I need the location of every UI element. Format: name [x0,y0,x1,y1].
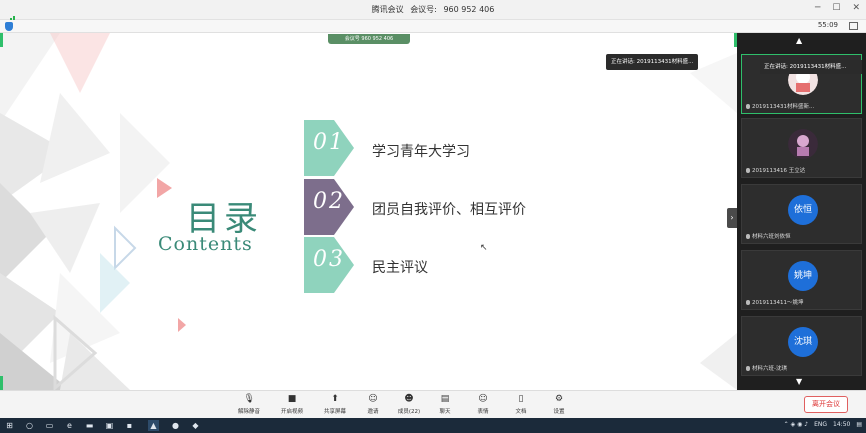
os-taskbar: ⊞ ○ ▭ e ▬ ▣ ▪ ▲ ● ◆ ⌃ ◈ ◉ ♪ ENG 14:50 ▤ [0,418,866,433]
participant-tile[interactable]: 姚坤 2019113411～姚坤 [741,250,862,310]
panel-speaking-indicator: 正在讲话: 2019113431材料盛... [760,60,862,74]
participant-name: 2019113431材料盛新... [752,104,815,110]
settings-button[interactable]: ⚙ 设置 [542,394,576,415]
participant-tile[interactable]: 沈琪 材料六班-沈琪 [741,316,862,376]
collapse-panel-button[interactable]: › [727,208,737,228]
share-screen-button[interactable]: ⬆ 共享屏幕 [318,394,352,415]
mic-icon [746,300,750,305]
participants-panel: ▲ 2019113431材料盛新... 2019113416 王立达 依恒 材料… [737,33,866,390]
shared-screen: 会议号 960 952 406 正在讲话: 2019113431材料盛... 目… [0,33,737,390]
meeting-duration: 55:09 [817,21,838,29]
participant-avatar: 沈琪 [788,327,818,357]
toc-subtitle: Contents [158,233,253,255]
app-name: 腾讯会议 [371,5,404,14]
store-icon[interactable]: ▣ [104,420,115,431]
title-bar: 腾讯会议 会议号: 960 952 406 ─ ☐ ✕ [0,0,866,25]
mic-icon [746,168,750,173]
mic-off-icon: 🎙 [243,394,255,404]
participant-name: 2019113411～姚坤 [752,300,804,306]
windows-start-icon[interactable]: ⊞ [4,420,15,431]
tencent-meeting-taskbar-icon[interactable]: ▲ [148,420,159,431]
slide-background-shapes [0,33,737,390]
members-button[interactable]: ☻ 成员(22) [392,394,426,415]
scroll-up-icon[interactable]: ▲ [796,36,802,45]
maximize-icon[interactable]: ☐ [832,3,840,13]
toc-item-1-label: 学习青年大学习 [372,144,470,160]
search-icon[interactable]: ○ [24,420,35,431]
emoji-button[interactable]: ☺ 表情 [466,394,500,415]
participant-photo [788,129,818,159]
members-icon: ☻ [404,394,414,404]
system-tray: ⌃ ◈ ◉ ♪ ENG 14:50 ▤ [784,421,862,428]
fullscreen-icon[interactable] [849,22,858,30]
start-video-button[interactable]: ■ 开启视频 [275,394,309,415]
camera-off-icon: ■ [287,394,297,404]
leave-meeting-button[interactable]: 离开会议 [804,396,848,413]
meeting-toolbar: 🎙 解除静音 ■ 开启视频 ⬆ 共享屏幕 ☺ 邀请 ☻ 成员(22) ▤ 聊天 … [0,390,866,418]
meeting-id: 960 952 406 [443,5,495,14]
notification-icon[interactable]: ▤ [856,421,862,428]
mic-icon [746,366,750,371]
invite-button[interactable]: ☺ 邀请 [356,394,390,415]
input-language[interactable]: ENG [814,421,827,428]
system-clock[interactable]: 14:50 [833,421,850,428]
chat-icon: ▤ [440,394,450,404]
unmute-button[interactable]: 🎙 解除静音 [232,394,266,415]
participant-tile[interactable]: 2019113416 王立达 [741,118,862,178]
share-screen-icon: ⬆ [331,394,339,404]
app-icon[interactable]: ◆ [190,420,201,431]
emoji-icon: ☺ [478,394,488,404]
invite-icon: ☺ [368,394,378,404]
security-shield-icon[interactable] [5,22,13,31]
mouse-cursor-icon: ↖ [480,243,488,253]
participant-tile[interactable]: 依恒 材料六班刘依恒 [741,184,862,244]
app-icon[interactable]: ▪ [124,420,135,431]
gear-icon: ⚙ [554,394,564,404]
mic-icon [746,234,750,239]
window-title: 腾讯会议 会议号: 960 952 406 [0,4,866,15]
corner-accent [0,33,3,47]
meeting-id-tab[interactable]: 会议号 960 952 406 [328,34,410,44]
speaking-indicator: 正在讲话: 2019113431材料盛... [606,54,698,70]
toc-item-2-badge: 02 [304,179,354,235]
participant-avatar: 依恒 [788,195,818,225]
scroll-down-icon[interactable]: ▼ [796,377,802,386]
app-icon[interactable]: ● [170,420,181,431]
close-icon[interactable]: ✕ [852,3,860,13]
chat-button[interactable]: ▤ 聊天 [428,394,462,415]
file-explorer-icon[interactable]: ▬ [84,420,95,431]
mic-icon [746,104,750,109]
participant-name: 材料六班刘依恒 [752,234,791,240]
window-controls: ─ ☐ ✕ [815,3,860,13]
participant-name: 2019113416 王立达 [752,168,806,174]
info-bar: 55:09 [0,20,866,33]
tray-icons[interactable]: ⌃ ◈ ◉ ♪ [784,421,808,428]
docs-button[interactable]: ▯ 文档 [504,394,538,415]
toc-item-3-label: 民主评议 [372,260,428,276]
participant-name: 材料六班-沈琪 [752,366,787,372]
toc-item-2-label: 团员自我评价、相互评价 [372,202,526,218]
document-icon: ▯ [518,394,524,404]
participant-avatar: 姚坤 [788,261,818,291]
minimize-icon[interactable]: ─ [815,3,820,13]
edge-browser-icon[interactable]: e [64,420,75,431]
toc-item-1-badge: 01 [304,120,354,176]
corner-accent [0,376,3,390]
task-view-icon[interactable]: ▭ [44,420,55,431]
toc-item-3-badge: 03 [304,237,354,293]
meeting-id-label: 会议号: [410,5,437,14]
meeting-window: 腾讯会议 会议号: 960 952 406 ─ ☐ ✕ 55:09 会议号 96… [0,0,866,433]
